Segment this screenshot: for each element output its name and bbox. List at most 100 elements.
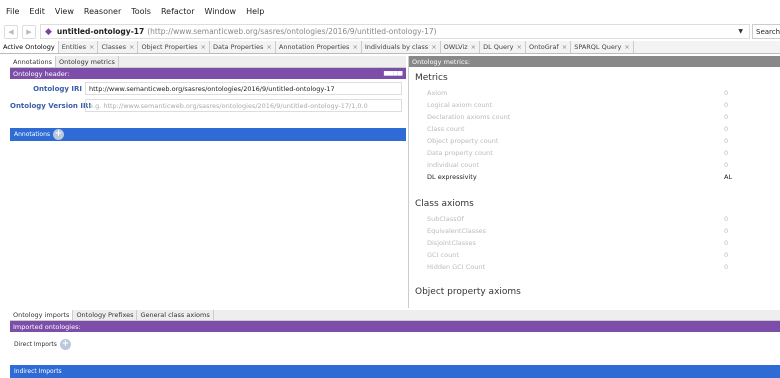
search-input[interactable]: Search... [752, 24, 780, 39]
metric-row: Logical axiom count 0 [409, 99, 780, 111]
tab-label: OntoGraf [528, 43, 559, 51]
metric-value: 0 [724, 101, 729, 109]
metric-value: 0 [724, 251, 729, 259]
add-direct-import-icon[interactable]: + [59, 338, 71, 350]
menu-edit[interactable]: Edit [29, 7, 45, 16]
active-ontology-selector[interactable]: ◆ untitled-ontology-17 (http://www.seman… [40, 24, 750, 39]
subtab-ontology-metrics[interactable]: Ontology metrics [56, 56, 119, 67]
menu-reasoner[interactable]: Reasoner [84, 7, 121, 16]
metric-label: SubClassOf [427, 215, 464, 223]
tab-label: Object Properties [141, 43, 198, 51]
tab-owlviz[interactable]: OWLViz × [441, 41, 481, 53]
metric-value: 0 [724, 149, 729, 157]
menu-tools[interactable]: Tools [131, 7, 151, 16]
metric-value: 0 [724, 227, 729, 235]
close-icon[interactable]: × [89, 43, 94, 51]
close-icon[interactable]: × [201, 43, 206, 51]
close-icon[interactable]: × [562, 43, 567, 51]
ontology-iri-field[interactable]: http://www.semanticweb.org/sasres/ontolo… [85, 82, 402, 95]
tab-active-ontology[interactable]: Active Ontology [0, 41, 59, 53]
metric-label: Logical axiom count [427, 101, 493, 109]
metric-row: DisjointClasses 0 [409, 237, 780, 249]
forward-button[interactable]: ▶ [22, 24, 36, 39]
back-button[interactable]: ◀ [4, 24, 18, 39]
tab-label: Entities [61, 43, 87, 51]
close-icon[interactable]: × [431, 43, 436, 51]
close-icon[interactable]: × [266, 43, 271, 51]
ontology-version-row: Ontology Version IRI e.g. http://www.sem… [10, 98, 406, 113]
metric-row: EquivalentClasses 0 [409, 225, 780, 237]
tab-dl-query[interactable]: DL Query × [480, 41, 526, 53]
tab-label: Active Ontology [3, 43, 55, 51]
tab-data-properties[interactable]: Data Properties × [210, 41, 276, 53]
imported-ontologies-title: Imported ontologies: [13, 322, 81, 331]
tab-individuals-by-class[interactable]: Individuals by class × [362, 41, 441, 53]
ontology-iri-row: Ontology IRI http://www.semanticweb.org/… [10, 81, 406, 96]
close-icon[interactable]: × [471, 43, 476, 51]
metric-label: Declaration axioms count [427, 113, 511, 121]
view-controls-icon[interactable]: ■■■■ [383, 70, 403, 77]
tab-entities[interactable]: Entities × [59, 41, 99, 53]
metric-value: 0 [724, 113, 729, 121]
subtab-ontology-imports[interactable]: Ontology imports [10, 310, 74, 320]
main-tab-bar: Active Ontology Entities × Classes × Objec… [0, 41, 780, 54]
subtab-annotations[interactable]: Annotations [10, 56, 57, 67]
metric-label: DL expressivity [427, 173, 477, 181]
ontology-version-label: Ontology Version IRI [10, 101, 91, 110]
metric-label: Data property count [427, 149, 493, 157]
menu-view[interactable]: View [55, 7, 74, 16]
ontology-metrics-pane: Ontology metrics: Metrics Axiom 0 Logical… [408, 56, 780, 308]
tab-label: DL Query [483, 43, 514, 51]
metric-label: Axiom [427, 89, 448, 97]
indirect-imports-label: Indirect Imports [14, 368, 62, 375]
menu-refactor[interactable]: Refactor [161, 7, 195, 16]
metric-value: AL [724, 173, 733, 181]
ontology-header-bar: Ontology header: ■■■■ [10, 68, 406, 79]
tab-label: SPARQL Query [574, 43, 622, 51]
tab-classes[interactable]: Classes × [98, 41, 139, 53]
menu-file[interactable]: File [6, 7, 19, 16]
metric-row: SubClassOf 0 [409, 213, 780, 225]
class-axioms-section-title: Class axioms [415, 199, 474, 209]
close-icon[interactable]: × [352, 43, 357, 51]
metric-label: Class count [427, 125, 465, 133]
tab-object-properties[interactable]: Object Properties × [138, 41, 210, 53]
ontology-header-pane: Annotations Ontology metrics Ontology he… [10, 56, 406, 308]
dropdown-arrow-icon[interactable]: ▼ [738, 28, 743, 35]
metric-row: Data property count 0 [409, 147, 780, 159]
imported-ontologies-bar: Imported ontologies: [10, 321, 780, 332]
metric-value: 0 [724, 161, 729, 169]
ontology-header-title: Ontology header: [13, 69, 70, 78]
tab-ontograf[interactable]: OntoGraf × [526, 41, 572, 53]
indirect-imports-bar: Indirect Imports [10, 365, 780, 378]
ontology-metrics-header: Ontology metrics: [409, 56, 780, 67]
ontology-imports-pane: Ontology imports Ontology Prefixes Gener… [10, 310, 780, 378]
ontology-iri-label: Ontology IRI [33, 84, 82, 93]
direct-imports-row: Direct Imports + [10, 336, 780, 352]
metric-row: DL expressivity AL [409, 171, 780, 183]
tab-label: Data Properties [212, 43, 264, 51]
ontology-version-field[interactable]: e.g. http://www.semanticweb.org/sasres/o… [85, 99, 402, 112]
metric-value: 0 [724, 89, 729, 97]
tab-label: Individuals by class [364, 43, 429, 51]
tab-label: Annotation Properties [278, 43, 350, 51]
tab-sparql-query[interactable]: SPARQL Query × [571, 41, 634, 53]
tab-annotation-properties[interactable]: Annotation Properties × [276, 41, 362, 53]
annotations-bar: Annotations + [10, 128, 406, 141]
metric-row: Declaration axioms count 0 [409, 111, 780, 123]
menu-help[interactable]: Help [246, 7, 264, 16]
metric-label: Individual count [427, 161, 480, 169]
menu-window[interactable]: Window [205, 7, 237, 16]
close-icon[interactable]: × [624, 43, 629, 51]
tab-label: OWLViz [443, 43, 468, 51]
metric-value: 0 [724, 215, 729, 223]
ontology-name: untitled-ontology-17 [56, 27, 145, 36]
metric-label: Object property count [427, 137, 499, 145]
subtab-ontology-prefixes[interactable]: Ontology Prefixes [73, 310, 138, 320]
left-subtabs: Annotations Ontology metrics [10, 56, 406, 68]
metric-value: 0 [724, 125, 729, 133]
subtab-general-class-axioms[interactable]: General class axioms [137, 310, 214, 320]
add-annotation-icon[interactable]: + [53, 129, 65, 140]
close-icon[interactable]: × [517, 43, 522, 51]
close-icon[interactable]: × [129, 43, 134, 51]
